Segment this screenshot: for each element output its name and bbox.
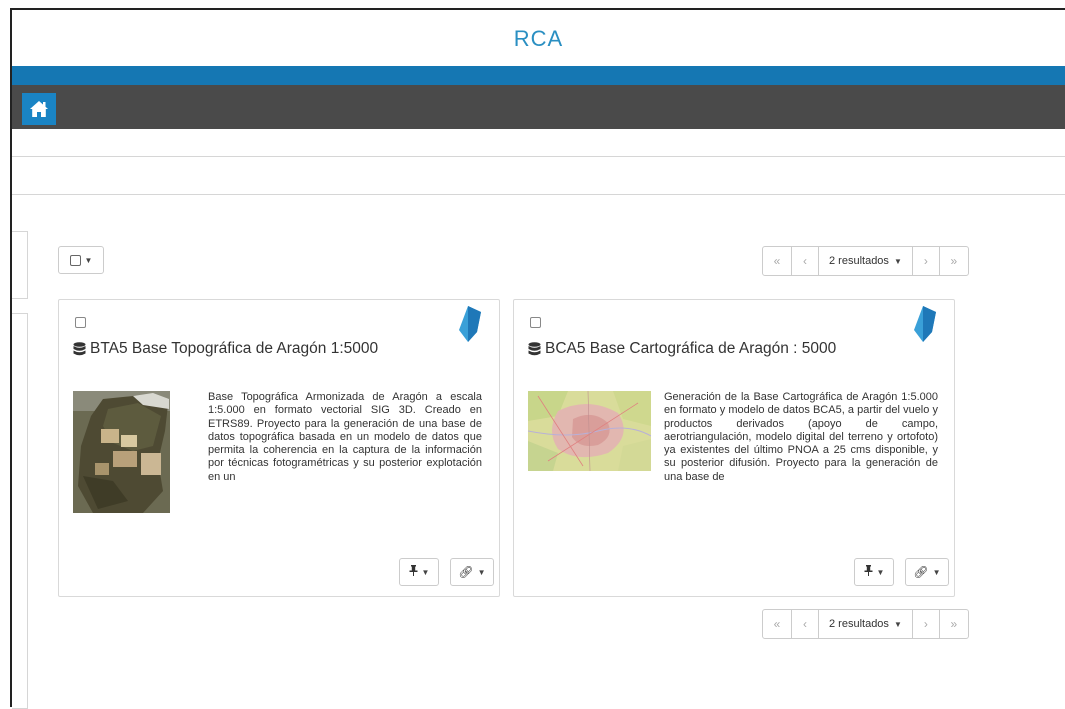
card-checkbox[interactable] <box>75 317 86 328</box>
link-icon: 🔗︎ <box>913 565 929 579</box>
card-title-text: BTA5 Base Topográfica de Aragón 1:5000 <box>90 340 379 357</box>
divider <box>12 194 1065 195</box>
navbar <box>12 85 1065 129</box>
result-card: BCA5 Base Cartográfica de Aragón : 5000 … <box>513 299 955 597</box>
link-dropdown-button[interactable]: 🔗︎ ▼ <box>450 558 494 586</box>
database-icon <box>73 342 86 356</box>
first-page-button[interactable]: « <box>762 246 792 276</box>
card-title[interactable]: BTA5 Base Topográfica de Aragón 1:5000 <box>73 340 378 358</box>
select-all-dropdown[interactable]: ▼ <box>58 246 104 274</box>
chevron-down-icon: ▼ <box>84 255 93 265</box>
link-icon: 🔗︎ <box>458 565 474 579</box>
aerial-map-thumbnail[interactable] <box>73 391 170 513</box>
card-description: Generación de la Base Cartográfica de Ar… <box>664 391 938 483</box>
header-accent-bar <box>12 66 1065 85</box>
side-panel <box>12 313 28 709</box>
card-description: Base Topográfica Armonizada de Aragón a … <box>208 391 482 483</box>
pagination-bottom: « ‹ 2 resultados ▼ › » <box>762 609 969 639</box>
home-button[interactable] <box>22 93 56 125</box>
chevron-down-icon: ▼ <box>932 567 941 577</box>
link-dropdown-button[interactable]: 🔗︎ ▼ <box>905 558 949 586</box>
card-checkbox[interactable] <box>530 317 541 328</box>
chevron-down-icon: ▼ <box>477 567 486 577</box>
side-panel-tab[interactable] <box>12 231 28 299</box>
pin-dropdown-button[interactable]: ▼ <box>854 558 894 586</box>
last-page-button[interactable]: » <box>938 609 969 639</box>
home-icon <box>30 101 48 117</box>
first-page-button[interactable]: « <box>762 609 792 639</box>
results-dropdown[interactable]: 2 resultados ▼ <box>818 246 913 276</box>
divider <box>12 156 1065 157</box>
results-dropdown[interactable]: 2 resultados ▼ <box>818 609 913 639</box>
chevron-down-icon: ▼ <box>893 256 902 266</box>
pin-dropdown-button[interactable]: ▼ <box>399 558 439 586</box>
pagination-top: « ‹ 2 resultados ▼ › » <box>762 246 969 276</box>
next-page-button[interactable]: › <box>911 246 940 276</box>
topographic-map-thumbnail[interactable] <box>528 391 651 471</box>
brand-logo-icon <box>459 306 481 342</box>
result-card: BTA5 Base Topográfica de Aragón 1:5000 B… <box>58 299 500 597</box>
results-count: 2 resultados <box>829 618 889 630</box>
checkbox-icon <box>69 254 81 266</box>
database-icon <box>528 342 541 356</box>
next-page-button[interactable]: › <box>911 609 940 639</box>
brand-logo-icon <box>914 306 936 342</box>
chevron-down-icon: ▼ <box>876 567 885 577</box>
prev-page-button[interactable]: ‹ <box>791 609 819 639</box>
results-count: 2 resultados <box>829 255 889 267</box>
card-title-text: BCA5 Base Cartográfica de Aragón : 5000 <box>545 340 837 357</box>
prev-page-button[interactable]: ‹ <box>791 246 819 276</box>
last-page-button[interactable]: » <box>938 246 969 276</box>
pin-icon <box>409 565 418 579</box>
pin-icon <box>864 565 873 579</box>
chevron-down-icon: ▼ <box>893 619 902 629</box>
chevron-down-icon: ▼ <box>421 567 430 577</box>
site-title: RCA <box>513 26 564 51</box>
card-title[interactable]: BCA5 Base Cartográfica de Aragón : 5000 <box>528 340 836 358</box>
